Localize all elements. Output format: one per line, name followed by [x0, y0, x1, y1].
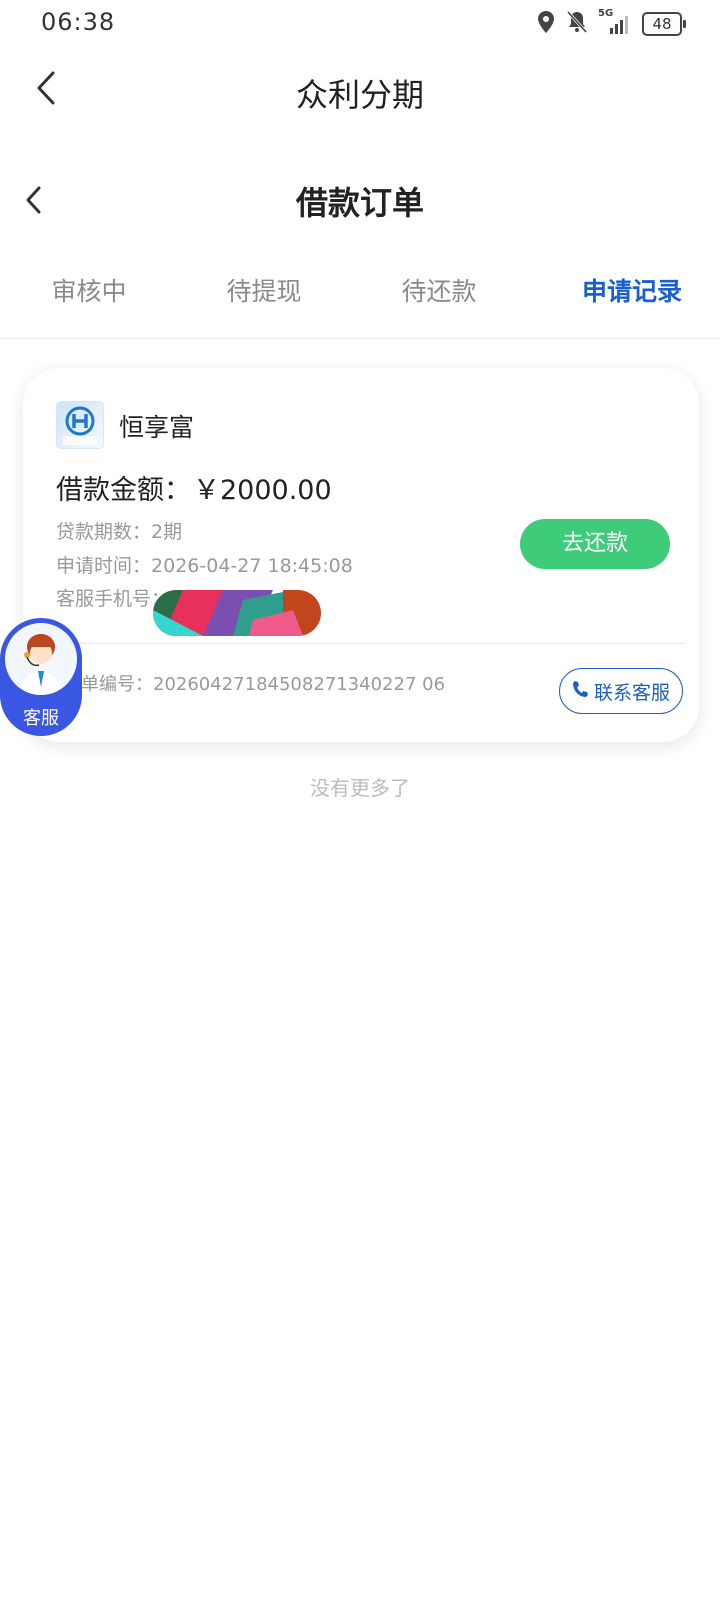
agent-avatar-icon — [5, 623, 77, 695]
app-header: 众利分期 — [0, 52, 720, 132]
floating-service-button[interactable]: 客服 — [0, 618, 82, 736]
order-card: 恒享富 借款金额： ￥2000.00 贷款期数：2期 申请时间：2026-04-… — [23, 368, 699, 742]
time-value: 2026-04-27 18:45:08 — [151, 555, 353, 577]
no-more-text: 没有更多了 — [310, 776, 410, 800]
tab-reviewing[interactable]: 审核中 — [14, 272, 164, 308]
status-time: 06:38 — [41, 8, 116, 36]
phone-icon — [572, 680, 588, 703]
battery-icon: 48 — [642, 12, 686, 36]
repay-button[interactable]: 去还款 — [520, 519, 670, 569]
order-number-label: 单编号： — [81, 674, 153, 695]
term-label: 贷款期数： — [56, 521, 152, 543]
card-divider — [78, 643, 685, 644]
page-header: 借款订单 — [0, 162, 720, 242]
contact-service-label: 联系客服 — [593, 681, 670, 704]
term-row: 贷款期数：2期 — [56, 517, 182, 544]
signal-icon: 5G — [598, 8, 632, 36]
brand-name: 恒享富 — [119, 413, 195, 442]
floating-service-label: 客服 — [23, 708, 59, 729]
time-label: 申请时间： — [56, 555, 152, 577]
term-value: 2期 — [151, 521, 183, 543]
time-row: 申请时间：2026-04-27 18:45:08 — [56, 551, 353, 578]
brand-logo — [56, 401, 104, 449]
tab-application-records[interactable]: 申请记录 — [557, 272, 707, 308]
app-title: 众利分期 — [295, 76, 424, 114]
status-icons: 5G 48 — [536, 8, 686, 38]
order-number-row: 单编号：20260427184508271340227 06 — [81, 670, 445, 696]
status-bar: 06:38 5G 48 — [0, 0, 720, 48]
order-number-value: 20260427184508271340227 06 — [153, 674, 446, 695]
amount-value: ￥2000.00 — [193, 475, 332, 506]
tab-pending-repayment[interactable]: 待还款 — [364, 272, 514, 308]
tab-pending-withdrawal[interactable]: 待提现 — [189, 272, 339, 308]
contact-service-button[interactable]: 联系客服 — [559, 668, 683, 714]
location-icon — [536, 10, 556, 38]
page-title: 借款订单 — [295, 184, 424, 222]
redaction-mark — [153, 590, 321, 636]
muted-bell-icon — [566, 10, 588, 38]
amount-label: 借款金额： — [56, 475, 191, 506]
order-tabs: 审核中 待提现 待还款 申请记录 — [0, 262, 720, 339]
